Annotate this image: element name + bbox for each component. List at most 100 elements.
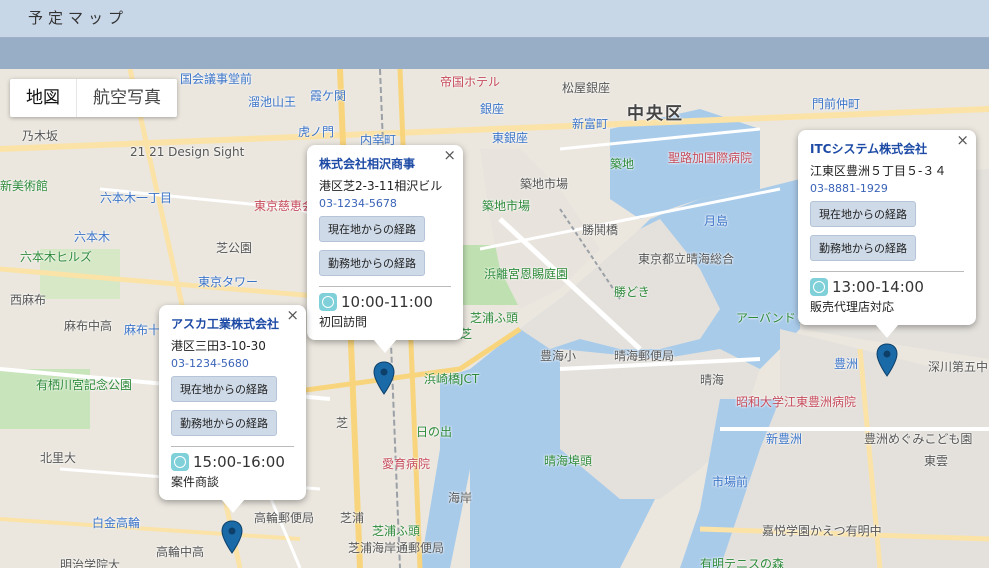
label-meiji-gakuin: 明治学院大 [60,558,121,568]
label-kaigan: 海岸 [448,491,473,505]
route-from-current-button[interactable]: 現在地からの経路 [810,201,916,227]
label-design-sight: 21 21 Design Sight [130,145,245,159]
label-hamarikyu: 浜離宮恩賜庭園 [484,267,569,281]
map-type-control: 地図 航空写真 [10,79,177,117]
label-toyosu-megumi: 豊洲めぐみこども園 [864,432,973,446]
page-title: 予定マップ [28,9,129,27]
label-harumi: 晴海 [700,373,725,387]
map-type-satellite-button[interactable]: 航空写真 [76,79,177,117]
appointment-purpose: 販売代理店対応 [810,300,895,314]
label-roppongi1: 六本木一丁目 [100,191,173,205]
header-bar: 予定マップ [0,0,989,38]
divider [319,286,451,287]
clock-icon [319,293,337,311]
label-arisugawa: 有栖川宮記念公園 [36,378,133,392]
label-harumi-post: 晴海郵便局 [614,349,675,363]
time-range: 10:00-11:00 [341,293,433,311]
label-higashiginza: 東銀座 [492,131,529,145]
label-shibakoen: 芝公園 [216,241,253,255]
label-tsukishima: 月島 [704,214,729,228]
label-hinode: 日の出 [416,425,453,439]
clock-icon [171,453,189,471]
label-shibaura-wangan: 芝浦海岸通郵便局 [348,541,445,555]
label-azabuchu: 麻布中高 [64,319,113,333]
label-tsukiji-market: 築地市場 [520,177,569,191]
label-shiba: 芝 [336,416,349,430]
appointment-purpose: 初回訪問 [319,315,368,329]
info-window: × 株式会社相沢商事 港区芝2-3-11相沢ビル 03-1234-5678 現在… [307,145,463,353]
label-kaetsu: 嘉悦学園かえつ有明中 [762,524,882,538]
label-shinbijutsu: 新美術館 [0,179,49,193]
label-hamazaki: 浜崎橋JCT [424,372,480,386]
company-name: アスカ工業株式会社 [171,317,280,331]
label-fukagawa: 深川第五中 [928,360,989,374]
app-window: 予定マップ 中央区 国会議事堂前 溜池山王 霞ケ関 虎ノ門 内幸町 帝国ホテル … [0,0,989,568]
route-from-office-button[interactable]: 勤務地からの経路 [171,410,277,436]
clock-icon [810,278,828,296]
company-address: 港区三田3-10-30 [171,339,266,353]
label-tokyo-tower: 東京タワー [198,275,259,289]
label-takanawa-chuko: 高輪中高 [156,545,205,559]
label-toyomi: 豊海小 [540,349,577,363]
map-marker-pin[interactable] [373,361,395,395]
label-chuo: 中央区 [627,104,684,124]
label-harumi-pier: 晴海埠頭 [544,454,593,468]
company-phone[interactable]: 03-1234-5680 [171,357,294,370]
label-tsukiji: 築地 [610,157,635,171]
label-kachidoki: 勝どき [614,285,650,299]
info-window: × アスカ工業株式会社 港区三田3-10-30 03-1234-5680 現在地… [159,305,306,513]
appointment-time: 10:00-11:00 [319,293,451,311]
appointment-time: 15:00-16:00 [171,453,294,471]
label-shintomicho: 新富町 [572,117,609,131]
label-monzennakacho: 門前仲町 [812,97,861,111]
appointment-purpose: 案件商談 [171,475,220,489]
label-tsukiji-market-sta: 築地市場 [482,199,531,213]
label-matsuya: 松屋銀座 [562,81,611,95]
close-icon[interactable]: × [956,133,969,148]
time-range: 15:00-16:00 [193,453,285,471]
label-shibaura-pier: 芝浦ふ頭 [470,311,519,325]
label-shijomae: 市場前 [712,475,749,489]
time-range: 13:00-14:00 [832,278,924,296]
label-takanawa-post: 高輪郵便局 [254,511,315,525]
label-kachidoki-bridge: 勝鬨橋 [582,223,619,237]
label-kokkai: 国会議事堂前 [180,72,253,86]
map-marker-pin[interactable] [876,343,898,377]
label-ginza: 銀座 [480,102,505,116]
route-from-office-button[interactable]: 勤務地からの経路 [810,235,916,261]
label-seiroka: 聖路加国際病院 [668,151,753,165]
company-name: 株式会社相沢商事 [319,157,416,171]
company-address: 江東区豊洲５丁目５-３４ [810,164,947,178]
label-kitasato: 北里大 [40,451,77,465]
label-kasumigaseki: 霞ケ関 [310,89,347,103]
map-view[interactable]: 中央区 国会議事堂前 溜池山王 霞ケ関 虎ノ門 内幸町 帝国ホテル 銀座 松屋銀… [0,69,989,568]
label-tameike: 溜池山王 [248,95,297,109]
label-higashikumo: 東雲 [924,454,949,468]
map-type-map-button[interactable]: 地図 [10,79,76,117]
route-from-office-button[interactable]: 勤務地からの経路 [319,250,425,276]
label-toyosu-showa: 昭和大学江東豊洲病院 [736,395,857,409]
company-name: ITCシステム株式会社 [810,142,928,156]
toolbar-strip [0,38,989,69]
label-toranomon: 虎ノ門 [298,125,335,139]
label-shirokanetakanawa: 白金高輪 [92,516,141,530]
label-toyosu: 豊洲 [834,357,859,371]
close-icon[interactable]: × [443,148,456,163]
route-from-current-button[interactable]: 現在地からの経路 [319,216,425,242]
company-phone[interactable]: 03-1234-5678 [319,197,451,210]
label-roppongi: 六本木 [74,230,111,244]
appointment-time: 13:00-14:00 [810,278,964,296]
company-phone[interactable]: 03-8881-1929 [810,182,964,195]
label-shintoyosu: 新豊洲 [766,432,803,446]
close-icon[interactable]: × [286,308,299,323]
label-minami-shiba: 芝浦 [340,511,365,525]
label-aiiku: 愛育病院 [382,457,431,471]
label-tokyo-toritsu: 東京都立晴海総合 [638,252,735,266]
company-address: 港区芝2-3-11相沢ビル [319,179,443,193]
label-ariake-tennis: 有明テニスの森 [700,557,785,568]
label-imperial-hotel: 帝国ホテル [440,75,501,89]
route-from-current-button[interactable]: 現在地からの経路 [171,376,277,402]
divider [171,446,294,447]
label-nishiazabu: 西麻布 [10,293,47,307]
map-marker-pin[interactable] [221,520,243,554]
